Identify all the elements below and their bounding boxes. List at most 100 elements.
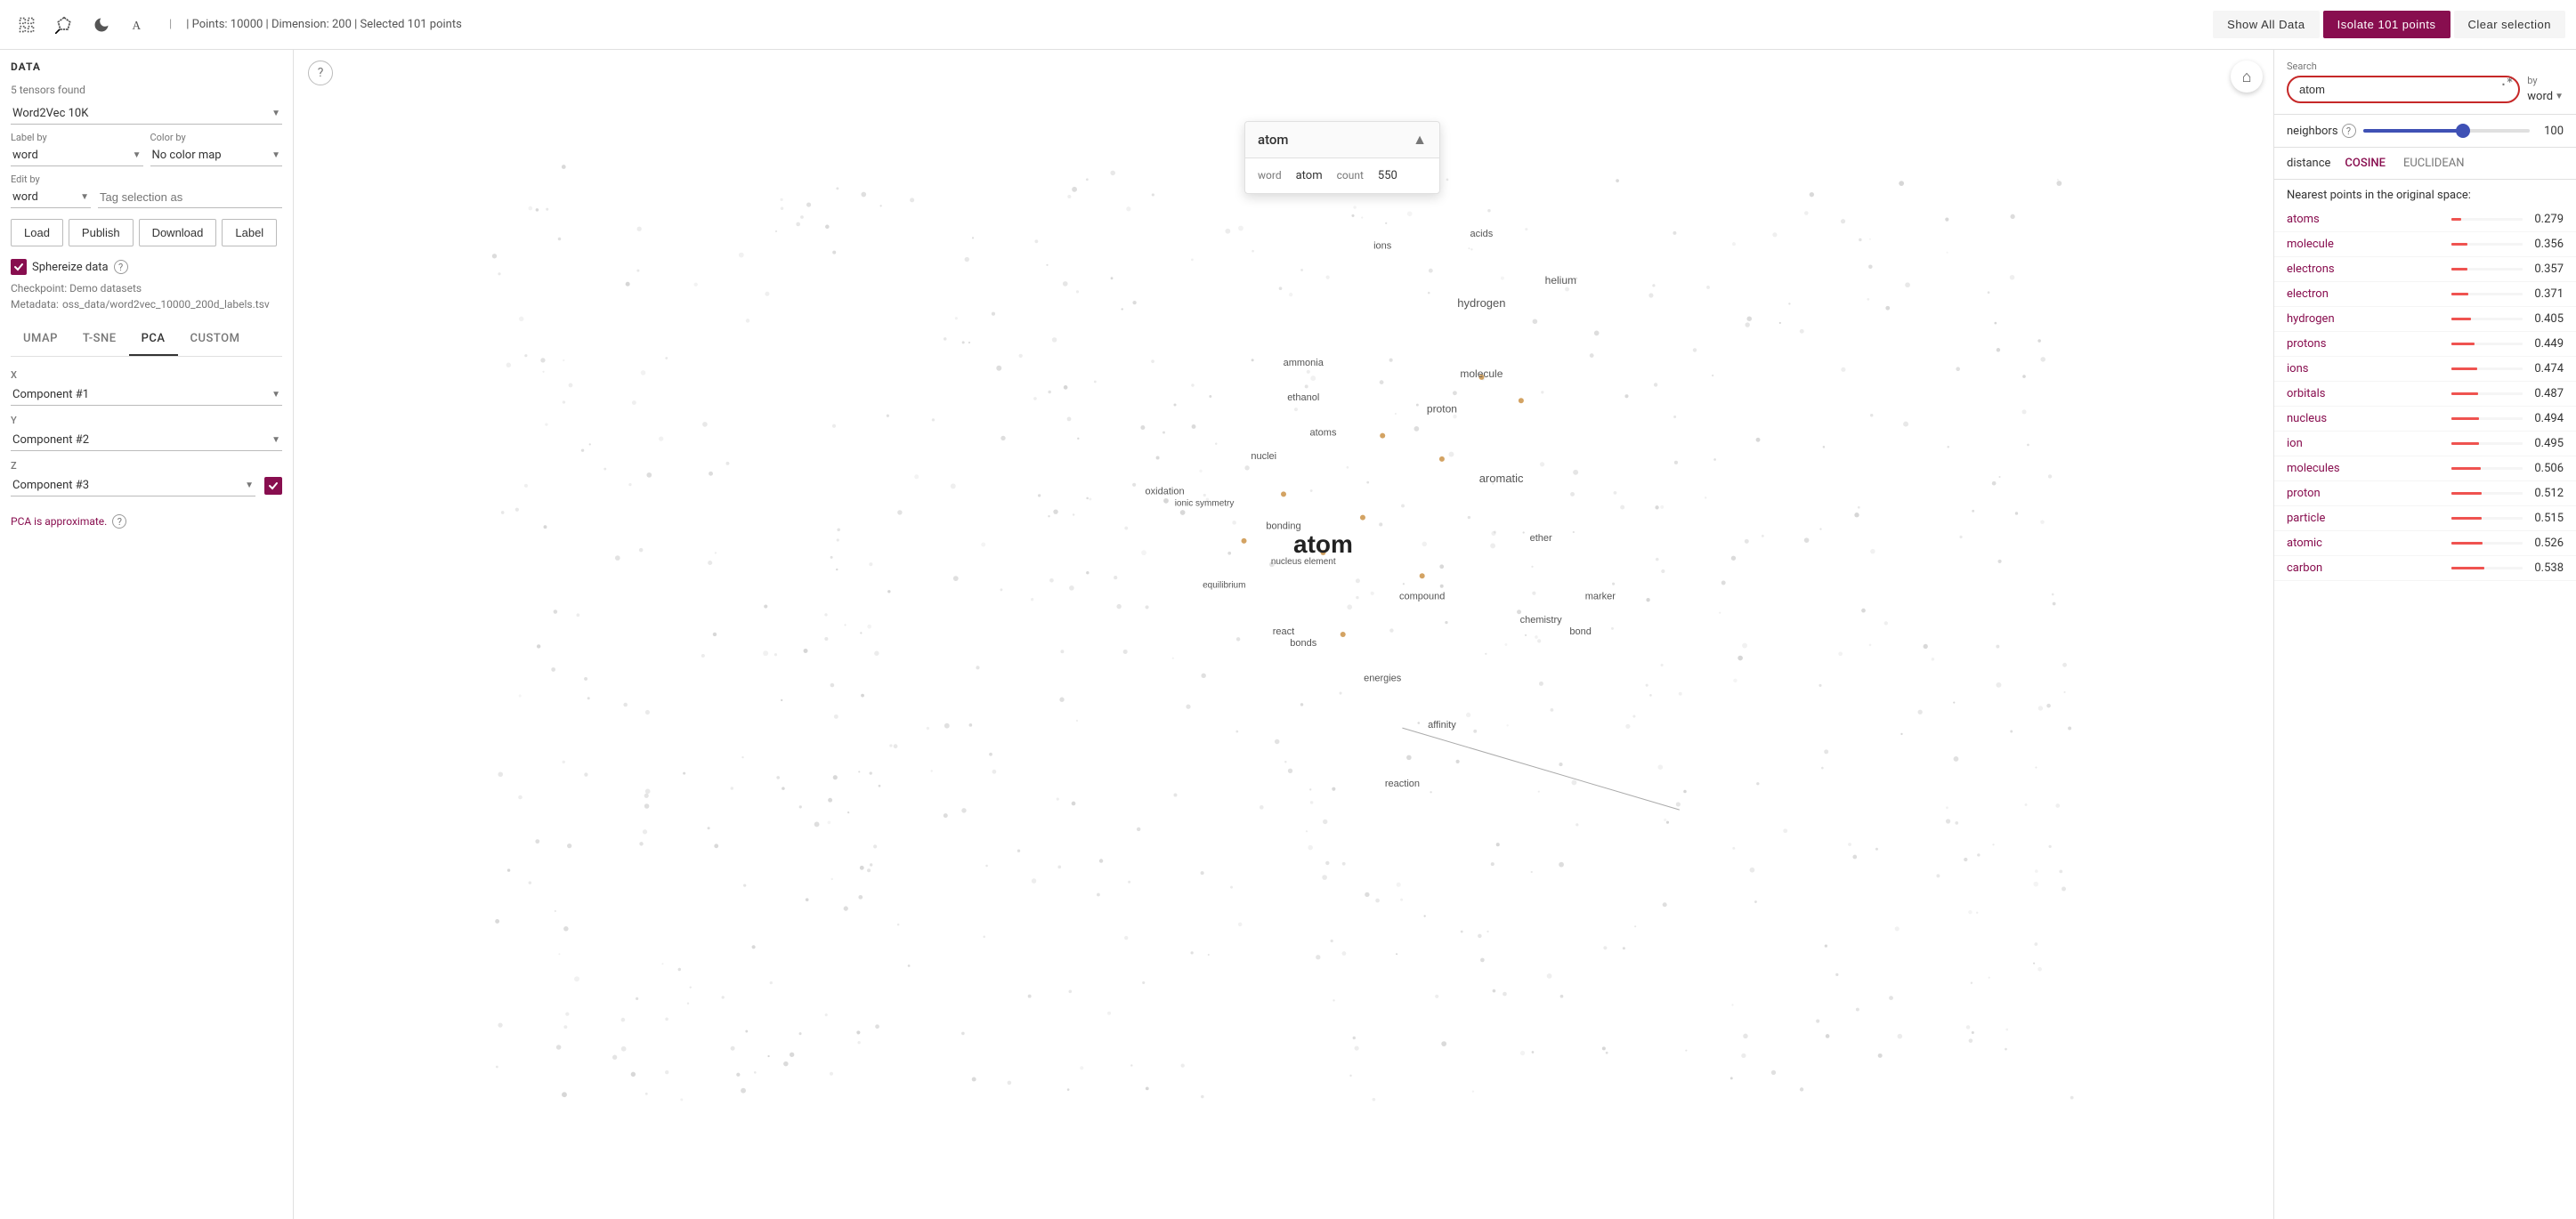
tab-tsne[interactable]: T-SNE xyxy=(70,323,129,356)
select-box-icon[interactable] xyxy=(11,9,43,41)
neighbors-help-icon[interactable]: ? xyxy=(2342,124,2356,138)
night-mode-icon[interactable] xyxy=(85,9,117,41)
nearest-word[interactable]: atoms xyxy=(2287,213,2444,226)
nearest-word[interactable]: ions xyxy=(2287,362,2444,375)
nearest-bar xyxy=(2451,243,2467,246)
tensor-select-wrapper: Word2Vec 10K ▼ xyxy=(11,103,282,125)
svg-text:proton: proton xyxy=(1427,402,1457,415)
tag-input[interactable] xyxy=(98,187,282,208)
nearest-item[interactable]: protons 0.449 xyxy=(2274,332,2576,357)
scatter-plot[interactable]: atomaromaticnucleiionic symmetrybondingn… xyxy=(294,50,2273,1219)
z-checkbox[interactable] xyxy=(264,477,282,495)
nearest-item[interactable]: atomic 0.526 xyxy=(2274,531,2576,556)
tab-umap[interactable]: UMAP xyxy=(11,323,70,356)
nearest-bar xyxy=(2451,268,2467,270)
help-circle-icon[interactable]: ? xyxy=(308,61,333,85)
points-info: | Points: 10000 | Dimension: 200 | Selec… xyxy=(186,18,2206,31)
edit-by-select[interactable]: word ▼ xyxy=(11,187,91,208)
nearest-item[interactable]: molecule 0.356 xyxy=(2274,232,2576,257)
nearest-value: 0.538 xyxy=(2530,561,2564,575)
nearest-value: 0.474 xyxy=(2530,362,2564,375)
isolate-button[interactable]: Isolate 101 points xyxy=(2323,11,2450,38)
home-button[interactable]: ⌂ xyxy=(2231,61,2263,93)
sphereize-label: Sphereize data xyxy=(32,261,109,274)
nearest-word[interactable]: nucleus xyxy=(2287,412,2444,425)
show-all-button[interactable]: Show All Data xyxy=(2213,11,2319,38)
nearest-word[interactable]: electron xyxy=(2287,287,2444,301)
nearest-word[interactable]: electrons xyxy=(2287,262,2444,276)
nearest-word[interactable]: carbon xyxy=(2287,561,2444,575)
tensor-select[interactable]: Word2Vec 10K ▼ xyxy=(11,103,282,125)
label-by-label: Label by xyxy=(11,132,143,143)
by-select[interactable]: word ▼ xyxy=(2527,90,2564,103)
nearest-word[interactable]: particle xyxy=(2287,512,2444,525)
nearest-item[interactable]: atoms 0.279 xyxy=(2274,207,2576,232)
nearest-item[interactable]: electron 0.371 xyxy=(2274,282,2576,307)
cosine-option[interactable]: COSINE xyxy=(2341,155,2389,172)
svg-text:oxidation: oxidation xyxy=(1146,486,1185,496)
z-select[interactable]: Component #3 ▼ xyxy=(11,475,255,496)
nearest-word[interactable]: molecule xyxy=(2287,238,2444,251)
nearest-header: Nearest points in the original space: xyxy=(2274,180,2576,207)
nearest-bar-wrap xyxy=(2451,318,2523,320)
neighbors-slider[interactable] xyxy=(2363,129,2530,133)
color-by-wrapper: Color by No color map ▼ xyxy=(150,132,283,166)
euclidean-option[interactable]: EUCLIDEAN xyxy=(2400,155,2468,172)
z-axis-section: Z Component #3 ▼ xyxy=(11,460,282,496)
color-by-select[interactable]: No color map ▼ xyxy=(150,145,283,166)
nearest-word[interactable]: ion xyxy=(2287,437,2444,450)
chevron-down-icon: ▼ xyxy=(271,150,280,160)
y-select[interactable]: Component #2 ▼ xyxy=(11,430,282,451)
svg-text:ammonia: ammonia xyxy=(1284,358,1324,368)
nearest-word[interactable]: protons xyxy=(2287,337,2444,351)
sphereize-checkbox[interactable] xyxy=(11,259,27,275)
x-select[interactable]: Component #1 ▼ xyxy=(11,384,282,406)
nearest-item[interactable]: electrons 0.357 xyxy=(2274,257,2576,282)
nearest-word[interactable]: atomic xyxy=(2287,537,2444,550)
nearest-word[interactable]: proton xyxy=(2287,487,2444,500)
search-input[interactable] xyxy=(2299,83,2488,96)
nearest-item[interactable]: ions 0.474 xyxy=(2274,357,2576,382)
load-button[interactable]: Load xyxy=(11,219,63,246)
label-button[interactable]: Label xyxy=(222,219,277,246)
label-icon[interactable]: A xyxy=(123,9,155,41)
pca-help-icon[interactable]: ? xyxy=(112,514,126,529)
search-area: Search .* by word ▼ xyxy=(2274,50,2576,115)
sphereize-help-icon[interactable]: ? xyxy=(114,260,128,274)
chevron-down-icon: ▼ xyxy=(271,109,280,118)
x-select-wrapper: Component #1 ▼ xyxy=(11,384,282,406)
tab-pca[interactable]: PCA xyxy=(129,323,178,356)
clear-selection-button[interactable]: Clear selection xyxy=(2454,11,2566,38)
nearest-item[interactable]: molecules 0.506 xyxy=(2274,456,2576,481)
canvas-area[interactable]: ? ⌂ atomaromaticnucleiionic symmetrybond… xyxy=(294,50,2273,1219)
nearest-item[interactable]: carbon 0.538 xyxy=(2274,556,2576,581)
nearest-item[interactable]: ion 0.495 xyxy=(2274,432,2576,456)
nearest-value: 0.405 xyxy=(2530,312,2564,326)
nearest-item[interactable]: nucleus 0.494 xyxy=(2274,407,2576,432)
nearest-item[interactable]: hydrogen 0.405 xyxy=(2274,307,2576,332)
metadata-row: Metadata: oss_data/word2vec_10000_200d_l… xyxy=(11,298,282,311)
nearest-word[interactable]: molecules xyxy=(2287,462,2444,475)
atom-popup-close[interactable]: ▲ xyxy=(1413,131,1427,149)
tab-custom[interactable]: CUSTOM xyxy=(178,323,253,356)
edit-by-label: Edit by xyxy=(11,174,282,185)
slider-thumb[interactable] xyxy=(2456,124,2470,138)
nearest-item[interactable]: particle 0.515 xyxy=(2274,506,2576,531)
nearest-bar-wrap xyxy=(2451,492,2523,495)
nearest-value: 0.449 xyxy=(2530,337,2564,351)
atom-popup-row: word atom count 550 xyxy=(1258,169,1427,182)
nearest-item[interactable]: orbitals 0.487 xyxy=(2274,382,2576,407)
edit-select-row: word ▼ xyxy=(11,187,282,208)
y-select-wrapper: Component #2 ▼ xyxy=(11,430,282,451)
regex-button[interactable]: .* xyxy=(2500,76,2513,88)
nearest-item[interactable]: proton 0.512 xyxy=(2274,481,2576,506)
select-poly-icon[interactable] xyxy=(48,9,80,41)
nearest-value: 0.506 xyxy=(2530,462,2564,475)
download-button[interactable]: Download xyxy=(139,219,217,246)
label-by-select[interactable]: word ▼ xyxy=(11,145,143,166)
publish-button[interactable]: Publish xyxy=(69,219,134,246)
y-axis-section: Y Component #2 ▼ xyxy=(11,415,282,451)
nearest-word[interactable]: orbitals xyxy=(2287,387,2444,400)
nearest-bar-wrap xyxy=(2451,442,2523,445)
nearest-word[interactable]: hydrogen xyxy=(2287,312,2444,326)
